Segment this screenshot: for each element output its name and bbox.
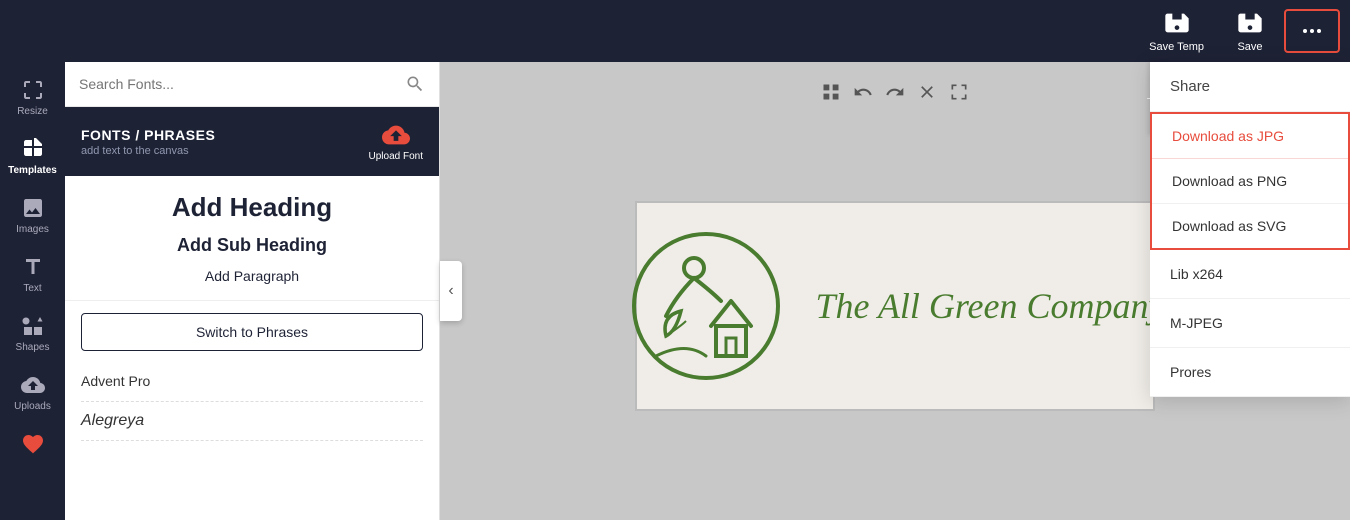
sidebar-item-favorites[interactable] (0, 424, 65, 468)
sidebar-item-resize[interactable]: Resize (0, 70, 65, 125)
switch-to-phrases-button[interactable]: Switch to Phrases (81, 313, 423, 351)
left-panel: FONTS / PHRASES add text to the canvas U… (65, 62, 440, 520)
dropdown-download-jpg[interactable]: Download as JPG (1152, 114, 1348, 159)
font-item-advent-pro[interactable]: Advent Pro (81, 363, 423, 402)
sidebar-item-shapes[interactable]: Shapes (0, 306, 65, 361)
dropdown-overlay: ⌃ ⌄ Share Download as JPG Download as PN… (1150, 62, 1350, 520)
sidebar-item-templates[interactable]: Templates (0, 129, 65, 184)
search-input[interactable] (79, 76, 397, 92)
upload-font-button[interactable]: Upload Font (369, 121, 423, 162)
panel-header: FONTS / PHRASES add text to the canvas U… (65, 107, 439, 176)
add-subheading-button[interactable]: Add Sub Heading (177, 235, 327, 256)
toolbar: Save Temp Save (0, 0, 1350, 62)
search-bar (65, 62, 439, 107)
font-list: Advent Pro Alegreya (65, 363, 439, 520)
dropdown-m-jpeg[interactable]: M-JPEG (1150, 299, 1350, 348)
close-canvas-button[interactable] (917, 82, 937, 102)
download-group: Download as JPG Download as PNG Download… (1150, 112, 1350, 250)
search-icon[interactable] (405, 74, 425, 94)
canvas-controls (821, 82, 969, 102)
redo-button[interactable] (885, 82, 905, 102)
dropdown-menu: Share Download as JPG Download as PNG Do… (1150, 62, 1350, 397)
add-heading-button[interactable]: Add Heading (172, 192, 332, 223)
sidebar-item-images[interactable]: Images (0, 188, 65, 243)
sidebar-item-text[interactable]: Text (0, 247, 65, 302)
grid-button[interactable] (821, 82, 841, 102)
dropdown-share[interactable]: Share (1150, 62, 1350, 112)
text-options: Add Heading Add Sub Heading Add Paragrap… (65, 176, 439, 301)
dropdown-download-svg[interactable]: Download as SVG (1152, 204, 1348, 248)
fullscreen-button[interactable] (949, 82, 969, 102)
font-item-alegreya[interactable]: Alegreya (81, 402, 423, 441)
dropdown-download-png[interactable]: Download as PNG (1152, 159, 1348, 204)
dropdown-prores[interactable]: Prores (1150, 348, 1350, 397)
add-paragraph-button[interactable]: Add Paragraph (205, 268, 299, 284)
dropdown-lib-x264[interactable]: Lib x264 (1150, 250, 1350, 299)
section-title: FONTS / PHRASES (81, 127, 215, 143)
canvas-frame: The All Green Company (635, 201, 1155, 411)
section-subtitle: add text to the canvas (81, 145, 215, 157)
undo-button[interactable] (853, 82, 873, 102)
icon-sidebar: Resize Templates Images Text Shapes Uplo… (0, 62, 65, 520)
sidebar-item-uploads[interactable]: Uploads (0, 365, 65, 420)
main-area: Resize Templates Images Text Shapes Uplo… (0, 62, 1350, 520)
logo-svg (626, 226, 786, 386)
collapse-left-arrow[interactable]: ‹ (440, 261, 462, 321)
logo-text: The All Green Company (816, 285, 1165, 327)
upload-font-label: Upload Font (369, 151, 423, 162)
